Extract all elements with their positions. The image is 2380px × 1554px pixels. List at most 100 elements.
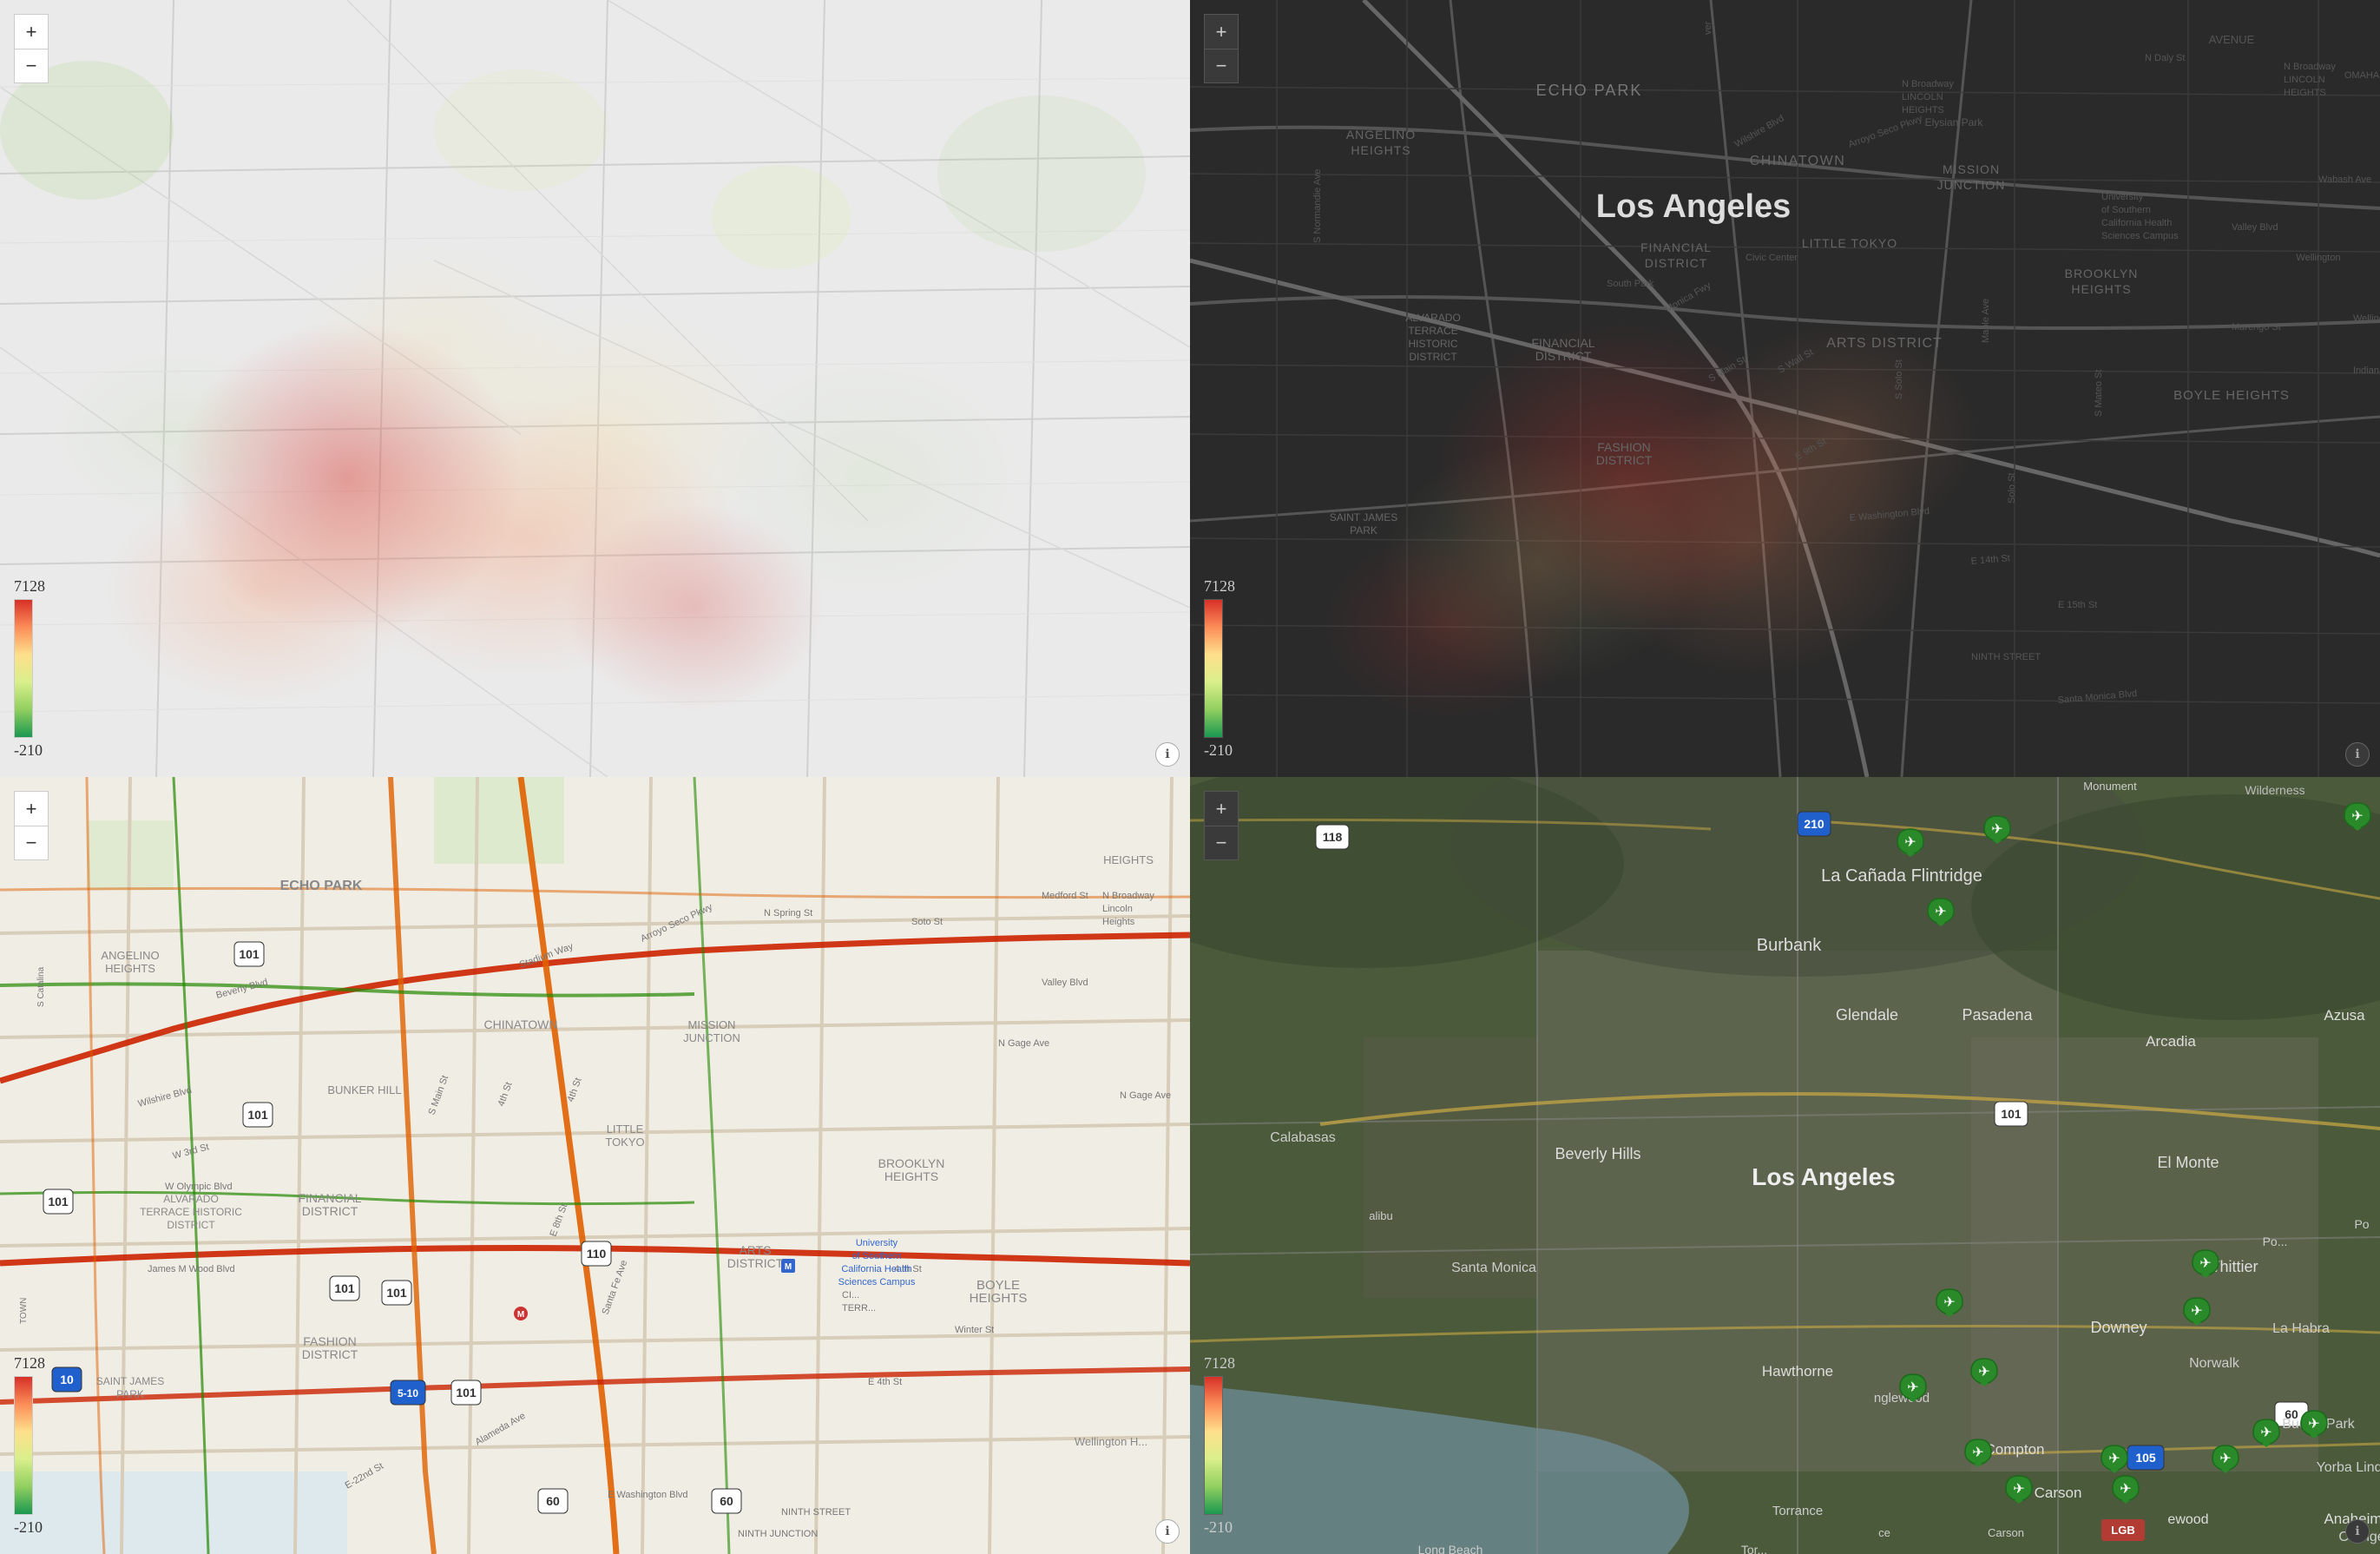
tr-zoom-in[interactable]: + xyxy=(1204,14,1239,49)
bl-zoom-in[interactable]: + xyxy=(14,791,49,826)
svg-text:118: 118 xyxy=(1323,830,1343,844)
svg-text:Elysian Park: Elysian Park xyxy=(1925,116,1984,128)
svg-text:TERR...: TERR... xyxy=(842,1303,876,1314)
svg-text:✈: ✈ xyxy=(1935,905,1946,919)
svg-text:DISTRICT: DISTRICT xyxy=(1535,349,1592,363)
svg-text:La Cañada Flintridge: La Cañada Flintridge xyxy=(1821,866,1982,886)
svg-text:FINANCIAL: FINANCIAL xyxy=(298,1191,361,1205)
tr-map-svg: Los Angeles ECHO PARK ANGELINO HEIGHTS C… xyxy=(1190,0,2380,777)
tl-legend-min: -210 xyxy=(14,741,43,760)
svg-text:ECHO PARK: ECHO PARK xyxy=(280,879,363,893)
svg-text:University: University xyxy=(856,1238,898,1248)
svg-text:CHINATOWN: CHINATOWN xyxy=(483,1017,557,1031)
br-legend-bar xyxy=(1204,1376,1223,1515)
svg-text:Torrance: Torrance xyxy=(1772,1504,1823,1518)
svg-text:Long Beach: Long Beach xyxy=(1418,1543,1483,1554)
svg-text:Solo St: Solo St xyxy=(2007,473,2017,504)
svg-text:ANGELINO: ANGELINO xyxy=(1346,128,1416,142)
svg-text:University: University xyxy=(2101,192,2144,202)
svg-text:TOKYO: TOKYO xyxy=(605,1136,644,1149)
br-zoom-controls[interactable]: + − xyxy=(1204,791,1239,860)
tl-zoom-controls[interactable]: + − xyxy=(14,14,49,83)
svg-text:TERRACE: TERRACE xyxy=(1408,325,1457,337)
bl-zoom-controls[interactable]: + − xyxy=(14,791,49,860)
svg-text:S Solo St: S Solo St xyxy=(1894,359,1904,399)
svg-text:Compton: Compton xyxy=(1985,1441,2045,1458)
svg-text:DISTRICT: DISTRICT xyxy=(302,1204,358,1218)
svg-text:✈: ✈ xyxy=(1907,1380,1918,1395)
svg-text:of Southern: of Southern xyxy=(2101,205,2151,215)
bl-legend-bar xyxy=(14,1376,33,1515)
tr-zoom-out[interactable]: − xyxy=(1204,49,1239,83)
bl-info-button[interactable]: ℹ xyxy=(1155,1519,1180,1544)
br-zoom-out[interactable]: − xyxy=(1204,826,1239,860)
svg-text:Monument: Monument xyxy=(2083,780,2137,793)
svg-text:LITTLE: LITTLE xyxy=(607,1123,644,1136)
svg-text:101: 101 xyxy=(239,947,260,961)
svg-text:Wabash Ave: Wabash Ave xyxy=(2318,174,2371,185)
svg-text:Maple Ave: Maple Ave xyxy=(1981,299,1991,343)
svg-text:FASHION: FASHION xyxy=(303,1334,356,1348)
panel-top-right: Los Angeles ECHO PARK ANGELINO HEIGHTS C… xyxy=(1190,0,2380,777)
svg-text:S Catalina: S Catalina xyxy=(36,966,46,1007)
tr-map-background: Los Angeles ECHO PARK ANGELINO HEIGHTS C… xyxy=(1190,0,2380,777)
svg-text:Wellington: Wellington xyxy=(2353,313,2380,324)
svg-text:La Habra: La Habra xyxy=(2272,1321,2330,1336)
svg-text:✈: ✈ xyxy=(2219,1452,2231,1466)
svg-text:HEIGHTS: HEIGHTS xyxy=(970,1291,1028,1306)
br-map-svg: LGB 118 210 101 60 105 La Cañada Flintri… xyxy=(1190,777,2380,1554)
svg-text:Tor...: Tor... xyxy=(1741,1543,1767,1554)
svg-text:ANGELINO: ANGELINO xyxy=(101,949,159,962)
tr-legend-max: 7128 xyxy=(1204,577,1235,596)
svg-text:Sciences Campus: Sciences Campus xyxy=(2101,231,2179,241)
br-info-button[interactable]: ℹ xyxy=(2345,1519,2370,1544)
svg-text:Po...: Po... xyxy=(2263,1235,2288,1248)
svg-text:Calabasas: Calabasas xyxy=(1270,1130,1336,1145)
bl-map-background: 101 101 101 5-10 60 60 10 101 101 xyxy=(0,777,1190,1554)
br-zoom-in[interactable]: + xyxy=(1204,791,1239,826)
svg-text:SAINT JAMES: SAINT JAMES xyxy=(96,1375,164,1387)
svg-text:101: 101 xyxy=(2001,1107,2022,1121)
svg-text:Carson: Carson xyxy=(2035,1485,2082,1501)
tl-legend-bar xyxy=(14,599,33,738)
svg-text:N Broadway: N Broadway xyxy=(1102,891,1154,901)
svg-text:California Health: California Health xyxy=(841,1264,911,1274)
br-map-background: LGB 118 210 101 60 105 La Cañada Flintri… xyxy=(1190,777,2380,1554)
bl-zoom-out[interactable]: − xyxy=(14,826,49,860)
svg-text:NINTH STREET: NINTH STREET xyxy=(781,1507,851,1518)
svg-text:Indiana Ave: Indiana Ave xyxy=(2353,365,2380,376)
svg-text:BROOKLYN: BROOKLYN xyxy=(878,1156,945,1170)
svg-text:E 15th St: E 15th St xyxy=(2058,600,2097,610)
svg-text:✈: ✈ xyxy=(2013,1482,2024,1497)
svg-text:Wellington H...: Wellington H... xyxy=(1075,1435,1147,1448)
svg-text:Los Angeles: Los Angeles xyxy=(1596,188,1792,225)
tl-info-button[interactable]: ℹ xyxy=(1155,742,1180,767)
svg-text:✈: ✈ xyxy=(2308,1417,2319,1432)
svg-text:DISTRICT: DISTRICT xyxy=(1409,351,1457,363)
svg-text:California Health: California Health xyxy=(2101,218,2172,228)
svg-text:ARTS DISTRICT: ARTS DISTRICT xyxy=(1826,336,1943,351)
svg-text:Heights: Heights xyxy=(1102,917,1135,927)
svg-text:Santa Monica: Santa Monica xyxy=(1451,1261,1536,1275)
svg-text:ewood: ewood xyxy=(2167,1512,2208,1527)
svg-text:BOYLE HEIGHTS: BOYLE HEIGHTS xyxy=(2173,388,2290,403)
svg-text:Glendale: Glendale xyxy=(1836,1006,1898,1024)
svg-text:HEIGHTS: HEIGHTS xyxy=(1103,853,1154,866)
svg-text:✈: ✈ xyxy=(2108,1452,2120,1466)
tl-zoom-out[interactable]: − xyxy=(14,49,49,83)
svg-text:PARK: PARK xyxy=(1350,524,1377,537)
tr-info-button[interactable]: ℹ xyxy=(2345,742,2370,767)
tr-zoom-controls[interactable]: + − xyxy=(1204,14,1239,83)
svg-text:DISTRICT: DISTRICT xyxy=(1645,256,1708,270)
svg-text:ARTS: ARTS xyxy=(739,1243,771,1257)
bl-legend: 7128 -210 xyxy=(14,1354,45,1537)
svg-text:Norwalk: Norwalk xyxy=(2189,1356,2240,1371)
svg-text:210: 210 xyxy=(1804,817,1824,831)
svg-text:DISTRICT: DISTRICT xyxy=(727,1256,784,1270)
svg-text:N Gage Ave: N Gage Ave xyxy=(998,1038,1049,1049)
svg-text:JUNCTION: JUNCTION xyxy=(683,1031,740,1044)
panel-bottom-left: 101 101 101 5-10 60 60 10 101 101 xyxy=(0,777,1190,1554)
svg-text:James M Wood Blvd: James M Wood Blvd xyxy=(148,1264,235,1274)
tl-zoom-in[interactable]: + xyxy=(14,14,49,49)
svg-text:Wilderness: Wilderness xyxy=(2245,783,2304,797)
